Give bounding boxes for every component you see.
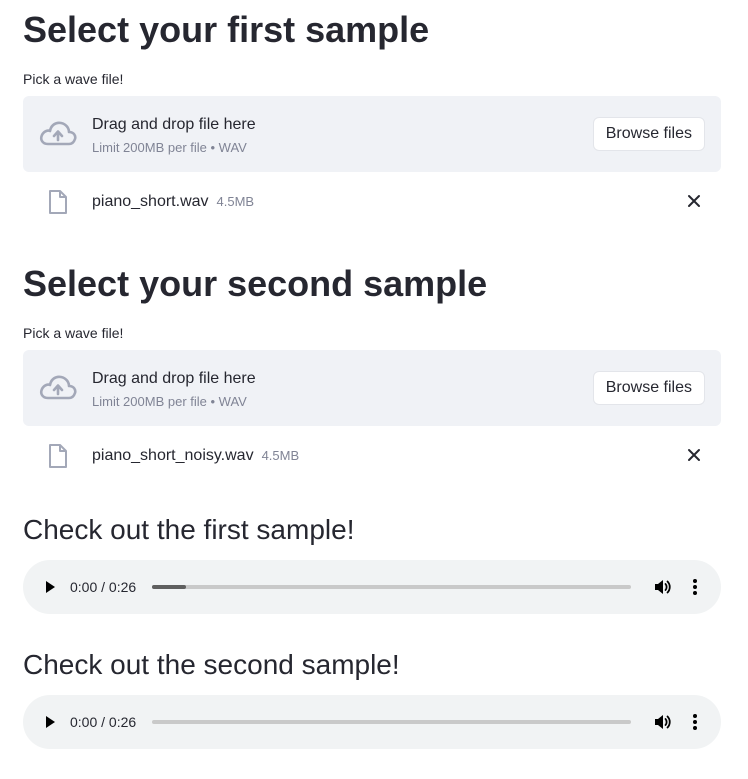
file-size: 4.5MB bbox=[216, 194, 255, 209]
player-heading-2: Check out the second sample! bbox=[23, 649, 400, 680]
uploaded-file-name: piano_short.wav 4.5MB bbox=[92, 192, 254, 212]
audio-player-1: 0:00 / 0:26 bbox=[23, 560, 721, 614]
remove-file-button[interactable] bbox=[681, 188, 707, 214]
file-dropzone-1[interactable]: Drag and drop file here Limit 200MB per … bbox=[23, 96, 721, 172]
more-options-icon[interactable] bbox=[687, 577, 703, 597]
dropzone-limit: Limit 200MB per file • WAV bbox=[92, 140, 247, 155]
volume-icon[interactable] bbox=[652, 577, 672, 597]
seek-bar[interactable] bbox=[152, 720, 631, 724]
uploader-label-1: Pick a wave file! bbox=[23, 71, 124, 87]
seek-bar-progress bbox=[152, 585, 186, 589]
file-icon bbox=[49, 190, 67, 214]
seek-bar[interactable] bbox=[152, 585, 631, 589]
file-dropzone-2[interactable]: Drag and drop file here Limit 200MB per … bbox=[23, 350, 721, 426]
uploaded-file-name: piano_short_noisy.wav 4.5MB bbox=[92, 446, 299, 466]
file-icon bbox=[49, 444, 67, 468]
section-heading-1: Select your first sample bbox=[23, 9, 430, 50]
file-name-text: piano_short.wav bbox=[92, 193, 209, 210]
more-options-icon[interactable] bbox=[687, 712, 703, 732]
play-icon[interactable] bbox=[42, 579, 58, 595]
cloud-upload-icon bbox=[39, 375, 77, 400]
dropzone-limit: Limit 200MB per file • WAV bbox=[92, 394, 247, 409]
playback-time: 0:00 / 0:26 bbox=[70, 579, 137, 595]
playback-time: 0:00 / 0:26 bbox=[70, 714, 137, 730]
player-heading-1: Check out the first sample! bbox=[23, 514, 355, 545]
play-icon[interactable] bbox=[42, 714, 58, 730]
browse-files-button[interactable]: Browse files bbox=[592, 117, 705, 151]
audio-player-2: 0:00 / 0:26 bbox=[23, 695, 721, 749]
remove-file-button[interactable] bbox=[681, 442, 707, 468]
volume-icon[interactable] bbox=[652, 712, 672, 732]
browse-files-button[interactable]: Browse files bbox=[592, 371, 705, 405]
cloud-upload-icon bbox=[39, 121, 77, 146]
file-size: 4.5MB bbox=[261, 448, 300, 463]
close-icon bbox=[688, 195, 700, 207]
file-name-text: piano_short_noisy.wav bbox=[92, 447, 254, 464]
uploaded-file-row-1: piano_short.wav 4.5MB bbox=[23, 172, 721, 230]
uploaded-file-row-2: piano_short_noisy.wav 4.5MB bbox=[23, 426, 721, 484]
section-heading-2: Select your second sample bbox=[23, 263, 488, 304]
uploader-label-2: Pick a wave file! bbox=[23, 325, 124, 341]
close-icon bbox=[688, 449, 700, 461]
dropzone-instructions: Drag and drop file here bbox=[92, 370, 256, 387]
dropzone-instructions: Drag and drop file here bbox=[92, 116, 256, 133]
